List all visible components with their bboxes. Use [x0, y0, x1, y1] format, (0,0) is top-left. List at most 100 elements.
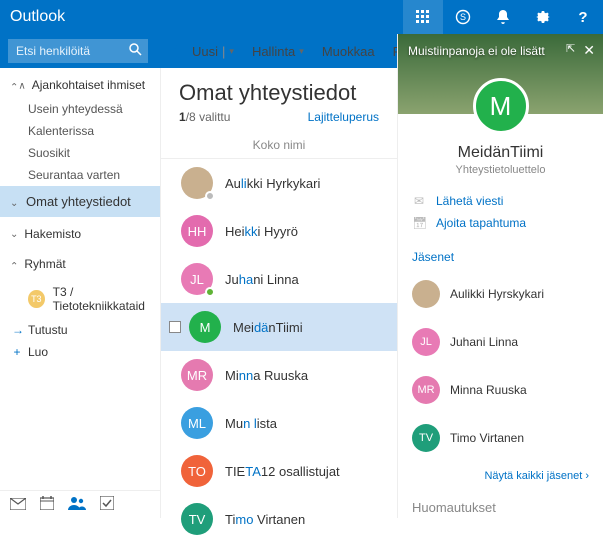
send-label: Lähetä viesti	[436, 194, 503, 208]
nav-sub-item[interactable]: Kalenterissa	[0, 120, 160, 142]
nav-sub-item[interactable]: Suosikit	[0, 142, 160, 164]
hero-controls: ⇱ ✕	[566, 42, 595, 59]
member-row[interactable]: Aulikki Hyrskykari	[398, 270, 603, 318]
bell-icon[interactable]	[483, 0, 523, 34]
plus-icon: +	[12, 345, 22, 359]
detail-hero: Muistiinpanoja ei ole lisätt ⇱ ✕ M	[398, 34, 603, 114]
people-icon[interactable]	[68, 496, 86, 513]
member-name: Timo Virtanen	[450, 431, 524, 445]
tasks-icon[interactable]	[100, 496, 114, 513]
chevron-icon: ⌄	[10, 80, 26, 91]
mail-icon: ✉	[412, 194, 426, 208]
contact-rows: Aulikki Hyrkykari HH Heikki Hyyrö JL Juhani …	[161, 159, 397, 543]
plus-icon: +	[174, 44, 188, 58]
contact-row[interactable]: HH Heikki Hyyrö	[161, 207, 397, 255]
brand-label: Outlook	[10, 8, 65, 26]
detail-subtitle: Yhteystietoluettelo	[398, 164, 603, 176]
total-n: 8	[189, 110, 196, 124]
contact-name: Minna Ruuska	[225, 368, 308, 383]
new-label: Uusi	[192, 44, 218, 59]
left-nav: ⌄ Ajankohtaiset ihmiset Usein yhteydessä…	[0, 68, 160, 490]
notes-heading: Huomautukset	[398, 490, 603, 525]
contact-row[interactable]: M MeidänTiimi	[161, 303, 397, 351]
detail-actions: ✉ Lähetä viesti 📅︎ Ajoita tapahtuma	[412, 190, 603, 234]
contact-row[interactable]: Aulikki Hyrkykari	[161, 159, 397, 207]
member-row[interactable]: MRMinna Ruuska	[398, 366, 603, 414]
nav-groups[interactable]: ⌄ Ryhmät	[0, 247, 160, 277]
gear-icon[interactable]	[523, 0, 563, 34]
calendar-icon: 📅︎	[412, 216, 426, 230]
column-header[interactable]: Koko nimi	[161, 128, 397, 159]
nav-directory-label: Hakemisto	[24, 227, 81, 241]
member-row[interactable]: JLJuhani Linna	[398, 318, 603, 366]
chevron-down-icon: ▾	[229, 46, 234, 57]
pipe-sep: |	[222, 44, 225, 59]
detail-name: MeidänTiimi	[398, 144, 603, 162]
nav-create[interactable]: + Luo	[0, 339, 160, 361]
sort-link[interactable]: Lajitteluperus	[308, 110, 379, 124]
calendar-icon[interactable]	[40, 496, 54, 513]
presence-badge	[205, 287, 215, 297]
search-icon[interactable]	[129, 43, 142, 59]
nav-sub-item[interactable]: Usein yhteydessä	[0, 98, 160, 120]
waffle-icon[interactable]	[403, 0, 443, 34]
contact-name: MeidänTiimi	[233, 320, 303, 335]
hero-note: Muistiinpanoja ei ole lisätt	[408, 44, 545, 58]
nav-relevant-label: Ajankohtaiset ihmiset	[32, 78, 145, 92]
nav-directory[interactable]: ⌄ Hakemisto	[0, 217, 160, 247]
new-button[interactable]: + Uusi | ▾	[174, 44, 234, 59]
nav-relevant-people[interactable]: ⌄ Ajankohtaiset ihmiset	[0, 68, 160, 98]
selected-n: 1	[179, 110, 186, 124]
avatar	[412, 280, 440, 308]
contact-name: Timo Virtanen	[225, 512, 305, 527]
contact-name: Juhani Linna	[225, 272, 299, 287]
avatar: JL	[181, 263, 213, 295]
contact-name: TIETA12 osallistujat	[225, 464, 340, 479]
nav-sub-item[interactable]: Seurantaa varten	[0, 164, 160, 186]
nav-own-contacts[interactable]: ⌄ Omat yhteystiedot	[0, 186, 160, 217]
avatar: TV	[181, 503, 213, 535]
contact-row[interactable]: MRMinna Ruuska	[161, 351, 397, 399]
member-list: Aulikki HyrskykariJLJuhani LinnaMRMinna …	[398, 270, 603, 462]
contact-name: Heikki Hyyrö	[225, 224, 298, 239]
selection-count: 1/8 valittu	[179, 110, 230, 124]
show-all-members[interactable]: Näytä kaikki jäsenet ›	[398, 462, 603, 490]
avatar: ML	[181, 407, 213, 439]
popout-icon[interactable]: ⇱	[566, 42, 575, 59]
detail-name-block: MeidänTiimi Yhteystietoluettelo	[398, 144, 603, 176]
nav-explore-label: Tutustu	[28, 323, 68, 337]
chevron-down-icon: ⌄	[10, 229, 18, 240]
contact-row[interactable]: MLMun lista	[161, 399, 397, 447]
search-input[interactable]	[8, 39, 148, 63]
page-title: Omat yhteystiedot	[179, 80, 379, 106]
member-row[interactable]: TVTimo Virtanen	[398, 414, 603, 462]
arrow-icon: →	[12, 323, 22, 337]
nav-groups-label: Ryhmät	[24, 257, 65, 271]
nav-explore[interactable]: → Tutustu	[0, 317, 160, 339]
contact-row[interactable]: TV Timo Virtanen	[161, 495, 397, 543]
members-heading: Jäsenet	[398, 244, 603, 270]
toolbar: + Uusi | ▾ Hallinta ▾ Muokkaa Poista	[160, 34, 429, 68]
manage-button[interactable]: Hallinta ▾	[252, 44, 304, 59]
schedule-action[interactable]: 📅︎ Ajoita tapahtuma	[412, 212, 603, 234]
skype-icon[interactable]: S	[443, 0, 483, 34]
avatar	[181, 167, 213, 199]
contact-row[interactable]: TO TIETA12 osallistujat	[161, 447, 397, 495]
edit-button[interactable]: Muokkaa	[322, 44, 375, 59]
app-header: Outlook S ?	[0, 0, 603, 34]
close-icon[interactable]: ✕	[583, 42, 595, 59]
avatar: HH	[181, 215, 213, 247]
chevron-down-icon: ⌄	[10, 198, 18, 209]
header-icons: S ?	[403, 0, 603, 34]
nav-own-contacts-label: Omat yhteystiedot	[26, 194, 131, 209]
avatar: M	[189, 311, 221, 343]
nav-group-item[interactable]: T3T3 / Tietotekniikkataid	[0, 277, 160, 317]
mail-icon[interactable]	[10, 497, 26, 513]
avatar: TO	[181, 455, 213, 487]
send-message-action[interactable]: ✉ Lähetä viesti	[412, 190, 603, 212]
manage-label: Hallinta	[252, 44, 295, 59]
help-icon[interactable]: ?	[563, 0, 603, 34]
chevron-icon: ⌄	[10, 259, 18, 270]
avatar: JL	[412, 328, 440, 356]
contact-row[interactable]: JL Juhani Linna	[161, 255, 397, 303]
